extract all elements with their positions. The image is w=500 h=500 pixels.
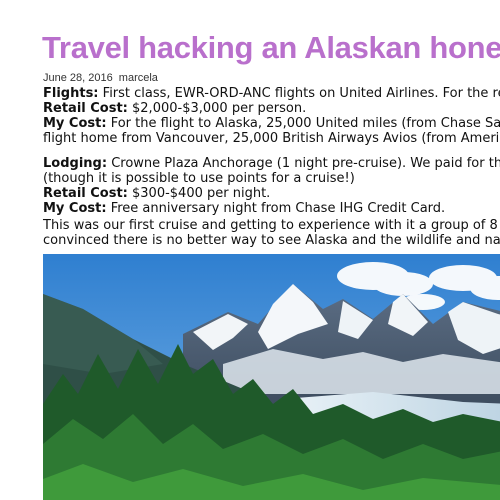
lodging-section: Lodging: Crowne Plaza Anchorage (1 night…: [43, 156, 500, 216]
lodging-label: Lodging:: [43, 156, 108, 171]
lodging-text: Crowne Plaza Anchorage (1 night pre-crui…: [111, 156, 500, 171]
flights-section: Flights: First class, EWR-ORD-ANC flight…: [43, 86, 500, 146]
blog-post: Travel hacking an Alaskan honeymoon June…: [0, 0, 500, 500]
my-cost-2-line: My Cost: Free anniversary night from Cha…: [43, 201, 500, 216]
landscape-image: [43, 254, 500, 500]
lodging-line-2: (though it is possible to use points for…: [43, 171, 355, 186]
flights-line: Flights: First class, EWR-ORD-ANC flight…: [43, 86, 500, 101]
retail-cost-2-label: Retail Cost:: [43, 186, 128, 201]
my-cost-text: For the flight to Alaska, 25,000 United …: [110, 116, 500, 131]
retail-cost-text: $2,000-$3,000 per person.: [132, 101, 307, 116]
alaska-photo[interactable]: [43, 254, 500, 500]
flights-label: Flights:: [43, 86, 99, 101]
lodging-line: Lodging: Crowne Plaza Anchorage (1 night…: [43, 156, 500, 171]
intro-paragraph: This was our first cruise and getting to…: [43, 218, 500, 248]
my-cost-2-label: My Cost:: [43, 201, 107, 216]
post-title[interactable]: Travel hacking an Alaskan honeymoon: [42, 30, 500, 66]
post-author[interactable]: marcela: [119, 72, 158, 84]
my-cost-line: My Cost: For the flight to Alaska, 25,00…: [43, 116, 500, 131]
post-date[interactable]: June 28, 2016: [43, 72, 113, 84]
my-cost-2-text: Free anniversary night from Chase IHG Cr…: [110, 201, 446, 216]
flights-text: First class, EWR-ORD-ANC flights on Unit…: [102, 86, 500, 101]
retail-cost-label: Retail Cost:: [43, 101, 128, 116]
paragraph-line-1: This was our first cruise and getting to…: [43, 218, 500, 233]
retail-cost-2-text: $300-$400 per night.: [132, 186, 271, 201]
retail-cost-2-line: Retail Cost: $300-$400 per night.: [43, 186, 500, 201]
post-meta: June 28, 2016 marcela: [43, 72, 158, 84]
retail-cost-line: Retail Cost: $2,000-$3,000 per person.: [43, 101, 500, 116]
paragraph-line-2: convinced there is no better way to see …: [43, 233, 500, 248]
my-cost-line-2: flight home from Vancouver, 25,000 Briti…: [43, 131, 500, 146]
my-cost-label: My Cost:: [43, 116, 107, 131]
